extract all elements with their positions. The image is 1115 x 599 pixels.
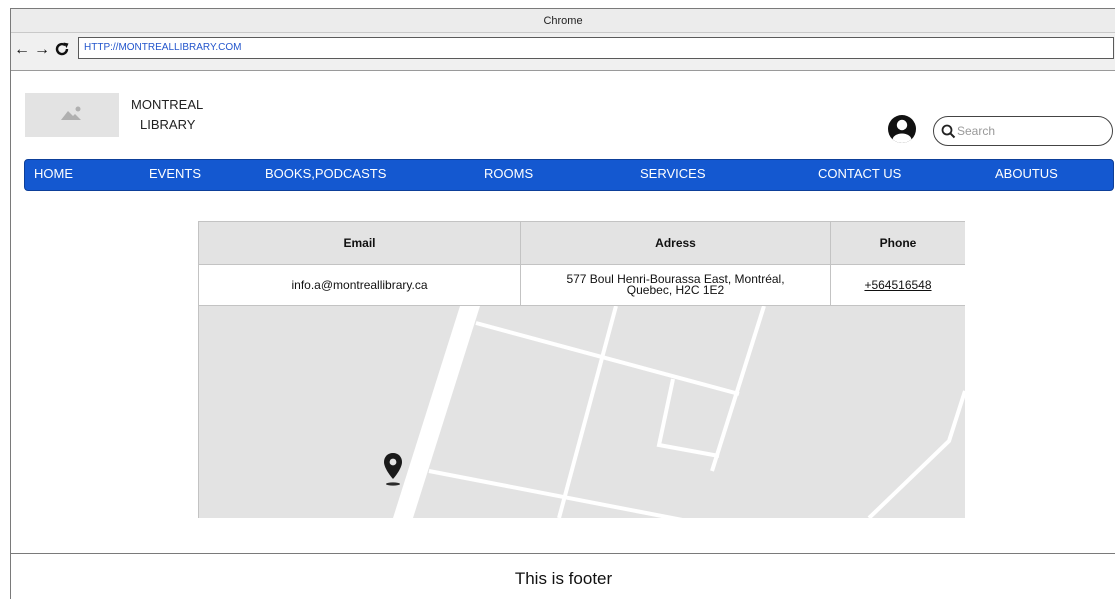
phone-link[interactable]: +564516548	[864, 279, 931, 291]
browser-window: Chrome ← → HTTP://MONTREALLIBRARY.COM MO…	[10, 8, 1115, 599]
logo-text: MONTREAL LIBRARY	[131, 95, 221, 135]
nav-books-podcasts[interactable]: BOOKS,PODCASTS	[265, 166, 386, 182]
nav-about-us[interactable]: ABOUTUS	[995, 166, 1058, 182]
nav-rooms[interactable]: ROOMS	[484, 166, 533, 182]
search-icon	[941, 124, 956, 139]
header-email: Email	[199, 222, 521, 265]
main-navigation: HOME EVENTS BOOKS,PODCASTS ROOMS SERVICE…	[24, 159, 1114, 191]
back-arrow-icon[interactable]: ←	[14, 40, 30, 60]
location-map[interactable]	[199, 306, 965, 518]
email-value: info.a@montreallibrary.ca	[199, 265, 521, 306]
search-input[interactable]	[957, 123, 1102, 139]
logo-line-1: MONTREAL	[131, 97, 204, 112]
nav-services[interactable]: SERVICES	[640, 166, 706, 182]
nav-events[interactable]: EVENTS	[149, 166, 201, 182]
header-phone: Phone	[831, 222, 965, 265]
phone-cell: +564516548	[831, 265, 965, 306]
search-box[interactable]	[933, 116, 1113, 146]
nav-contact-us[interactable]: CONTACT US	[818, 166, 901, 182]
reload-icon[interactable]	[54, 41, 70, 57]
header-address: Adress	[521, 222, 831, 265]
address-bar[interactable]: HTTP://MONTREALLIBRARY.COM	[78, 37, 1114, 59]
contact-info-table: Email Adress Phone info.a@montreallibrar…	[198, 221, 965, 518]
page-footer: This is footer	[11, 553, 1115, 599]
user-account-icon[interactable]	[887, 114, 917, 144]
logo-image-placeholder	[25, 93, 119, 137]
logo-line-2: LIBRARY	[140, 117, 196, 132]
map-streets	[393, 306, 965, 518]
location-pin-icon[interactable]	[382, 451, 404, 487]
address-row: ← → HTTP://MONTREALLIBRARY.COM	[11, 33, 1115, 71]
window-title: Chrome	[11, 9, 1115, 33]
address-line-2: Quebec, H2C 1E2	[626, 283, 725, 297]
image-placeholder-icon	[61, 106, 81, 120]
forward-arrow-icon[interactable]: →	[34, 40, 50, 60]
address-value: 577 Boul Henri-Bourassa East, Montréal, …	[521, 265, 831, 306]
nav-home[interactable]: HOME	[34, 166, 73, 182]
